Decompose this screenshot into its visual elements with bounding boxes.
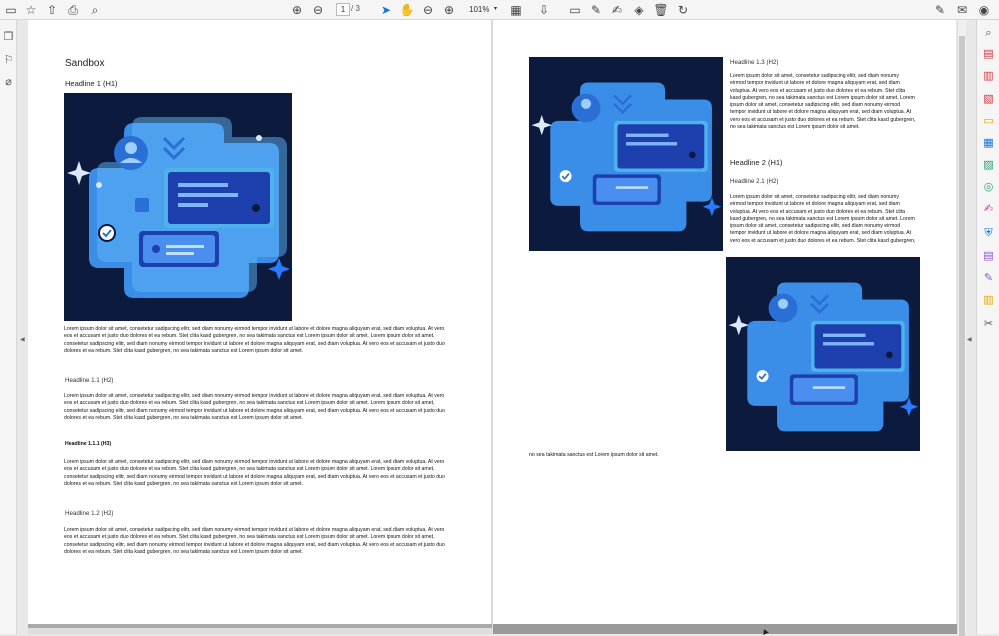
more-tools-icon[interactable]: ✂ bbox=[982, 317, 995, 330]
hand-tool-icon[interactable]: ✋ bbox=[399, 2, 415, 18]
sign-icon[interactable]: ✍ bbox=[609, 2, 625, 18]
illustration-image bbox=[726, 257, 920, 451]
create-pdf-icon[interactable]: ▤ bbox=[982, 47, 995, 60]
paragraph: Lorem ipsum dolor sit amet, consetetur s… bbox=[64, 393, 445, 421]
attachments-icon[interactable]: ⌀ bbox=[2, 75, 15, 88]
protect-icon[interactable]: ⛨ bbox=[982, 226, 995, 239]
zoom-out-icon[interactable]: ⊖ bbox=[420, 2, 436, 18]
select-pointer-icon[interactable]: ➤ bbox=[378, 2, 394, 18]
horizontal-scrollbar[interactable] bbox=[28, 624, 957, 634]
page-title: Sandbox bbox=[65, 58, 105, 69]
send-for-signature-icon[interactable]: ▤ bbox=[982, 249, 995, 262]
collapse-left-panel-icon[interactable]: ◀ bbox=[20, 336, 25, 343]
scrollbar-thumb[interactable] bbox=[28, 624, 492, 628]
pages-icon[interactable]: ❐ bbox=[2, 30, 15, 43]
right-tools-rail: ⌕ ▤ ▥ ▧ ▭ ▦ ▨ ◎ ✍ ⛨ ▤ ✎ ▥ ✂ bbox=[976, 20, 999, 634]
page-down-icon[interactable]: ⊖ bbox=[310, 2, 326, 18]
illustration-art bbox=[531, 82, 722, 232]
delete-icon[interactable]: 🗑 bbox=[653, 2, 669, 18]
paragraph: Lorem ipsum dolor sit amet, consetetur s… bbox=[64, 527, 445, 555]
headline-h2: Headline 1.2 (H2) bbox=[65, 510, 114, 517]
illustration-art bbox=[67, 117, 290, 298]
headline-h2: Headline 1.3 (H2) bbox=[730, 59, 779, 66]
left-panel: ❐ ⚐ ⌀ bbox=[0, 20, 17, 634]
scrollbar-thumb[interactable] bbox=[959, 36, 965, 636]
save-icon[interactable]: ▭ bbox=[3, 2, 19, 18]
paragraph: Lorem ipsum dolor sit amet, consetetur s… bbox=[64, 459, 445, 487]
compare-icon[interactable]: ▥ bbox=[982, 293, 995, 306]
page-up-icon[interactable]: ⊕ bbox=[289, 2, 305, 18]
fill-sign-icon[interactable]: ✍ bbox=[982, 202, 995, 215]
export-pdf-icon[interactable]: ▧ bbox=[982, 92, 995, 105]
search-icon[interactable]: ⌕ bbox=[87, 2, 103, 18]
illustration-art bbox=[728, 282, 919, 432]
page-total: / 3 bbox=[351, 4, 360, 13]
pdf-page-1: Sandbox Headline 1 (H1) Lorem ipsum dolo… bbox=[28, 20, 491, 624]
comment-tool-icon[interactable]: ▭ bbox=[982, 114, 995, 127]
pdf-page-2: Headline 1.3 (H2) Lorem ipsum dolor sit … bbox=[493, 20, 956, 624]
zoom-in-icon[interactable]: ⊕ bbox=[441, 2, 457, 18]
bookmark-star-icon[interactable]: ☆ bbox=[23, 2, 39, 18]
fit-page-icon[interactable]: ▦ bbox=[508, 2, 524, 18]
headline-h1: Headline 2 (H1) bbox=[730, 158, 783, 167]
paragraph: no sea takimata sanctus est Lorem ipsum … bbox=[529, 452, 659, 458]
illustration-image bbox=[529, 57, 723, 251]
top-toolbar: ▭ ☆ ⇧ ⎙ ⌕ ⊕ ⊖ 1 / 3 ➤ ✋ ⊖ ⊕ 101% ▾ ▦ ⇩ ▭ … bbox=[0, 0, 999, 20]
comment-icon[interactable]: ▭ bbox=[567, 2, 583, 18]
stamp-icon[interactable]: ◈ bbox=[631, 2, 647, 18]
page-number-input[interactable]: 1 bbox=[336, 3, 350, 16]
combine-files-icon[interactable]: ▥ bbox=[982, 69, 995, 82]
scrollbar-track bbox=[493, 624, 957, 634]
paragraph: Lorem ipsum dolor sit amet, consetetur s… bbox=[730, 194, 916, 244]
scan-icon[interactable]: ◎ bbox=[982, 180, 995, 193]
headline-h1: Headline 1 (H1) bbox=[65, 79, 118, 88]
paragraph: Lorem ipsum dolor sit amet, consetetur s… bbox=[64, 326, 445, 354]
zoom-select[interactable]: 101% ▾ bbox=[463, 3, 501, 16]
edit-pdf-icon[interactable]: ▨ bbox=[982, 158, 995, 171]
account-icon[interactable]: ◉ bbox=[976, 2, 992, 18]
rotate-icon[interactable]: ↻ bbox=[675, 2, 691, 18]
email-icon[interactable]: ✉ bbox=[954, 2, 970, 18]
highlight-pen-icon[interactable]: ✎ bbox=[588, 2, 604, 18]
headline-h2: Headline 1.1 (H2) bbox=[65, 377, 114, 384]
illustration-image bbox=[64, 93, 292, 321]
request-signature-icon[interactable]: ✎ bbox=[982, 271, 995, 284]
collapse-right-panel-icon[interactable]: ◀ bbox=[967, 336, 972, 343]
headline-h2: Headline 2.1 (H2) bbox=[730, 178, 779, 185]
paragraph: Lorem ipsum dolor sit amet, consetetur s… bbox=[730, 73, 916, 131]
print-icon[interactable]: ⎙ bbox=[65, 2, 81, 18]
scroll-mode-icon[interactable]: ⇩ bbox=[536, 2, 552, 18]
edit-sign-icon[interactable]: ✎ bbox=[932, 2, 948, 18]
zoom-tool-icon[interactable]: ⌕ bbox=[982, 26, 995, 39]
zoom-value: 101% bbox=[469, 5, 490, 14]
chevron-down-icon: ▾ bbox=[493, 6, 497, 12]
organize-pages-icon[interactable]: ▦ bbox=[982, 136, 995, 149]
upload-icon[interactable]: ⇧ bbox=[44, 2, 60, 18]
headline-h3: Headline 1.1.1 (H3) bbox=[65, 441, 112, 447]
bookmarks-icon[interactable]: ⚐ bbox=[2, 53, 15, 66]
vertical-scrollbar[interactable] bbox=[957, 20, 966, 636]
